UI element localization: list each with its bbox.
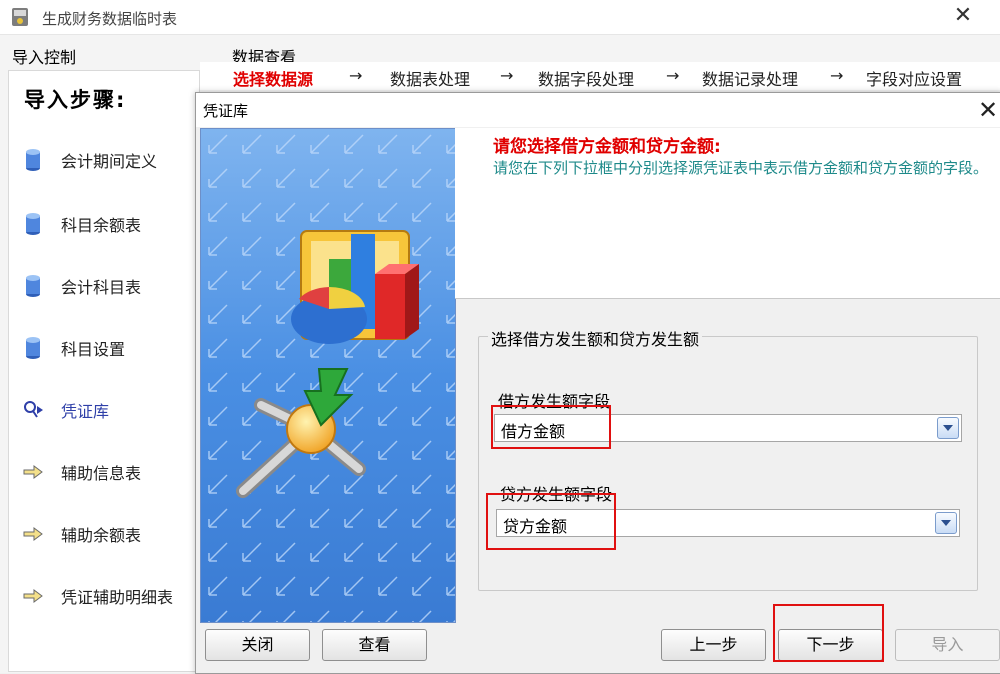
flow-step-record-processing: 数据记录处理 <box>702 70 799 89</box>
dialog-titlebar <box>196 93 1000 127</box>
step-label: 会计期间定义 <box>61 152 158 171</box>
cylinder-icon <box>26 213 40 235</box>
flow-arrow-icon: → <box>830 66 844 85</box>
divider <box>455 298 1000 299</box>
step-account-balance[interactable]: 科目余额表 <box>22 209 141 239</box>
step-auxiliary-info[interactable]: 辅助信息表 <box>22 457 141 487</box>
step-voucher-library[interactable]: 凭证库 <box>22 395 109 425</box>
instruction-text: 请您在下列下拉框中分别选择源凭证表中表示借方金额和贷方金额的字段。 <box>493 159 989 177</box>
flow-step-field-mapping: 字段对应设置 <box>866 70 963 89</box>
flow-step-select-source: 选择数据源 <box>233 70 314 89</box>
step-chart-of-accounts[interactable]: 会计科目表 <box>22 271 141 301</box>
step-label: 会计科目表 <box>61 278 142 297</box>
step-voucher-aux-detail[interactable]: 凭证辅助明细表 <box>22 581 173 611</box>
step-label: 辅助余额表 <box>61 526 142 545</box>
step-accounting-period[interactable]: 会计期间定义 <box>22 145 157 175</box>
import-button[interactable]: 导入 <box>895 629 1000 661</box>
step-label: 科目设置 <box>61 340 126 359</box>
flow-step-field-processing: 数据字段处理 <box>538 70 635 89</box>
chart-icon <box>291 230 419 344</box>
previous-step-button[interactable]: 上一步 <box>661 629 766 661</box>
highlight-box-debit <box>491 405 611 449</box>
cylinder-icon <box>26 337 40 359</box>
window-title: 生成财务数据临时表 <box>42 10 178 28</box>
cylinder-icon <box>26 149 40 171</box>
amount-field-groupbox <box>478 336 978 591</box>
dialog-title: 凭证库 <box>203 102 249 120</box>
steps-heading: 导入步骤: <box>24 88 127 112</box>
wizard-illustration <box>200 128 456 623</box>
highlight-box-next <box>773 604 884 662</box>
flow-arrow-icon: → <box>666 66 680 85</box>
pointing-hand-icon <box>23 527 43 541</box>
flow-step-table-processing: 数据表处理 <box>390 70 471 89</box>
step-label: 凭证辅助明细表 <box>61 588 174 607</box>
dialog-close-icon[interactable]: ✕ <box>975 97 1000 123</box>
chevron-down-icon[interactable] <box>935 512 957 534</box>
step-auxiliary-balance[interactable]: 辅助余额表 <box>22 519 141 549</box>
close-button[interactable]: 关闭 <box>205 629 310 661</box>
groupbox-title: 选择借方发生额和贷方发生额 <box>488 326 703 350</box>
search-arrow-icon <box>24 401 43 418</box>
app-icon <box>12 8 28 26</box>
flow-arrow-icon: → <box>349 66 363 85</box>
chevron-down-icon[interactable] <box>937 417 959 439</box>
step-label: 辅助信息表 <box>61 464 142 483</box>
import-control-label: 导入控制 <box>12 48 77 67</box>
instruction-title: 请您选择借方金额和贷方金额: <box>493 137 721 157</box>
flow-arrow-icon: → <box>500 66 514 85</box>
step-label: 科目余额表 <box>61 216 142 235</box>
highlight-box-credit <box>486 493 616 550</box>
view-button[interactable]: 查看 <box>322 629 427 661</box>
step-label: 凭证库 <box>61 402 110 421</box>
step-account-settings[interactable]: 科目设置 <box>22 333 125 363</box>
cylinder-icon <box>26 275 40 297</box>
pointing-hand-icon <box>23 465 43 479</box>
pointing-hand-icon <box>23 589 43 603</box>
window-close-icon[interactable]: ✕ <box>950 3 976 29</box>
